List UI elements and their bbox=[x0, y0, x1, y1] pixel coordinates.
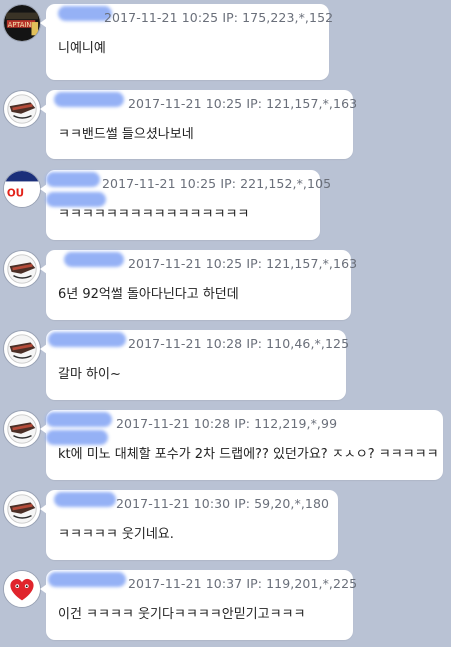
message-meta: 2017-11-21 10:25 IP: 175,223,*,152 bbox=[104, 10, 334, 25]
dinosaurs-logo-avatar[interactable] bbox=[3, 250, 41, 288]
team-logo-icon: OU bbox=[4, 171, 40, 207]
dinosaurs-logo-avatar[interactable] bbox=[3, 330, 41, 368]
message-bubble: 2017-11-21 10:25 IP: 221,152,*,105 ㅋㅋㅋㅋㅋ… bbox=[40, 170, 331, 240]
chat-window: { "messages": [ {"ip": "2017-11-21 10:25… bbox=[0, 0, 451, 647]
dinosaurs-logo-icon bbox=[7, 334, 37, 364]
redacted-nickname bbox=[64, 252, 124, 267]
message-bubble: 2017-11-21 10:28 IP: 112,219,*,99 kt에 미노… bbox=[40, 410, 443, 480]
team-logo-avatar[interactable]: OU bbox=[3, 170, 41, 208]
message-meta: 2017-11-21 10:30 IP: 59,20,*,180 bbox=[116, 496, 330, 511]
message-bubble: 2017-11-21 10:25 IP: 121,157,*,163 6년 92… bbox=[40, 250, 357, 320]
dinosaurs-logo-avatar[interactable] bbox=[3, 90, 41, 128]
message-text: ㅋㅋㅋㅋㅋㅋㅋㅋㅋㅋㅋㅋㅋㅋㅋㅋ bbox=[58, 207, 250, 222]
message-meta: 2017-11-21 10:25 IP: 221,152,*,105 bbox=[102, 176, 332, 191]
heart-logo-avatar[interactable] bbox=[3, 570, 41, 608]
message-bubble: 2017-11-21 10:25 IP: 175,223,*,152 니예니예 bbox=[40, 4, 333, 80]
redacted-nickname bbox=[54, 492, 116, 507]
message-text: 이건 ㅋㅋㅋㅋ 웃기다ㅋㅋㅋㅋ안믿기고ㅋㅋㅋ bbox=[58, 607, 306, 622]
message-bubble: 2017-11-21 10:28 IP: 110,46,*,125 갈마 하이~ bbox=[40, 330, 350, 400]
dinosaurs-logo-avatar[interactable] bbox=[3, 410, 41, 448]
redacted-nickname bbox=[46, 172, 100, 187]
redacted-nickname bbox=[46, 412, 112, 427]
message-meta: 2017-11-21 10:28 IP: 112,219,*,99 bbox=[116, 416, 338, 431]
message-meta: 2017-11-21 10:28 IP: 110,46,*,125 bbox=[128, 336, 350, 351]
dinosaurs-logo-icon bbox=[7, 94, 37, 124]
heart-logo-icon bbox=[4, 571, 40, 607]
message-meta: 2017-11-21 10:25 IP: 121,157,*,163 bbox=[128, 96, 358, 111]
message-meta: 2017-11-21 10:25 IP: 121,157,*,163 bbox=[128, 256, 358, 271]
redacted-nickname bbox=[54, 92, 124, 107]
svg-text:APTAIN: APTAIN bbox=[8, 21, 32, 29]
message-bubble: 2017-11-21 10:37 IP: 119,201,*,225 이건 ㅋㅋ… bbox=[40, 570, 357, 640]
message-text: kt에 미노 대체할 포수가 2차 드랩에?? 있던가요? ㅈㅅㅇ? ㅋㅋㅋㅋㅋ bbox=[58, 447, 439, 462]
dinosaurs-logo-icon bbox=[7, 254, 37, 284]
message-text: ㅋㅋ밴드썰 들으셨나보네 bbox=[58, 127, 194, 142]
captain-logo-avatar[interactable]: APTAIN bbox=[3, 4, 41, 42]
redacted-nickname bbox=[48, 332, 126, 347]
message-meta: 2017-11-21 10:37 IP: 119,201,*,225 bbox=[128, 576, 358, 591]
message-text: 니예니예 bbox=[58, 41, 106, 56]
redacted-nickname bbox=[48, 572, 126, 587]
captain-logo-icon: APTAIN bbox=[4, 5, 40, 41]
dinosaurs-logo-avatar[interactable] bbox=[3, 490, 41, 528]
message-bubble: 2017-11-21 10:30 IP: 59,20,*,180 ㅋㅋㅋㅋㅋ 웃… bbox=[40, 490, 338, 560]
message-bubble: 2017-11-21 10:25 IP: 121,157,*,163 ㅋㅋ밴드썰… bbox=[40, 90, 357, 159]
message-text: 갈마 하이~ bbox=[58, 367, 121, 382]
dinosaurs-logo-icon bbox=[7, 414, 37, 444]
message-text: ㅋㅋㅋㅋㅋ 웃기네요. bbox=[58, 527, 174, 542]
dinosaurs-logo-icon bbox=[7, 494, 37, 524]
svg-text:OU: OU bbox=[7, 188, 24, 200]
message-text: 6년 92억썰 돌아다닌다고 하던데 bbox=[58, 287, 239, 302]
